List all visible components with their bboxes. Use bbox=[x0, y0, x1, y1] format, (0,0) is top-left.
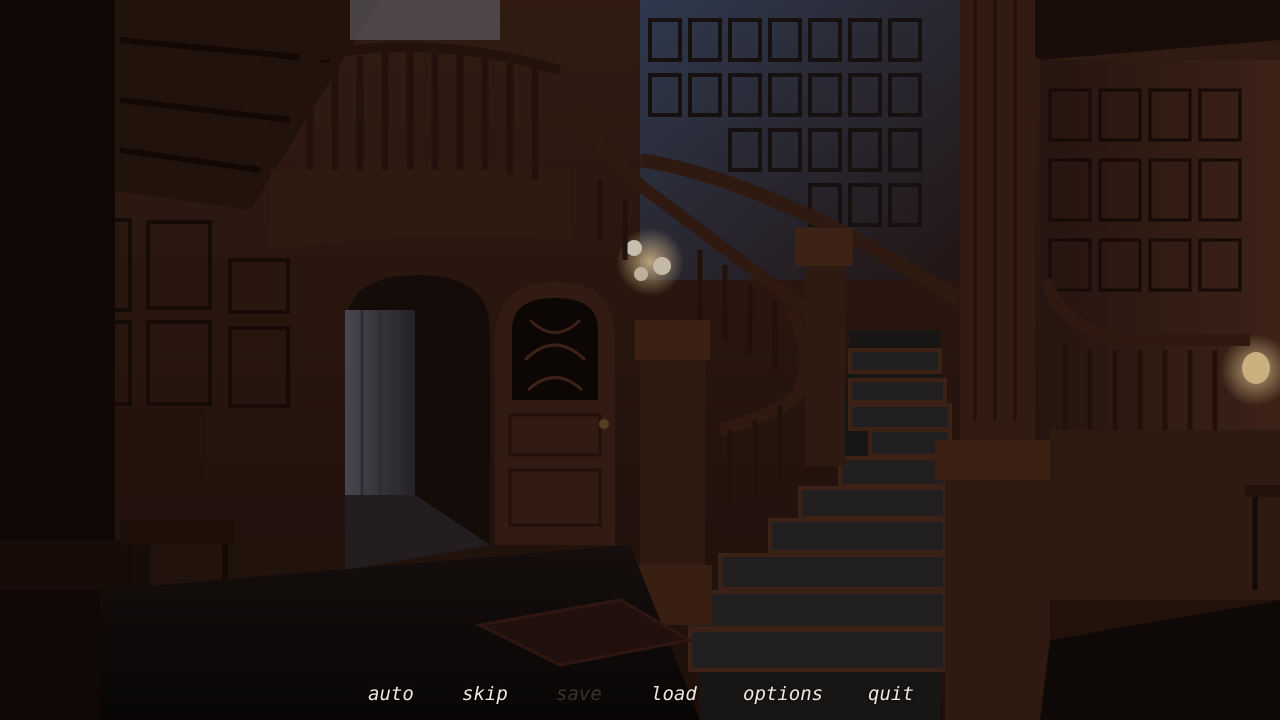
quit-button[interactable]: quit bbox=[868, 678, 914, 710]
quick-menu: auto skip save load options quit bbox=[0, 678, 1280, 710]
auto-button[interactable]: auto bbox=[368, 678, 414, 710]
options-button[interactable]: options bbox=[743, 678, 823, 710]
skip-button[interactable]: skip bbox=[462, 678, 508, 710]
background-scene bbox=[0, 0, 1280, 720]
load-button[interactable]: load bbox=[651, 678, 697, 710]
save-button: save bbox=[556, 683, 602, 705]
